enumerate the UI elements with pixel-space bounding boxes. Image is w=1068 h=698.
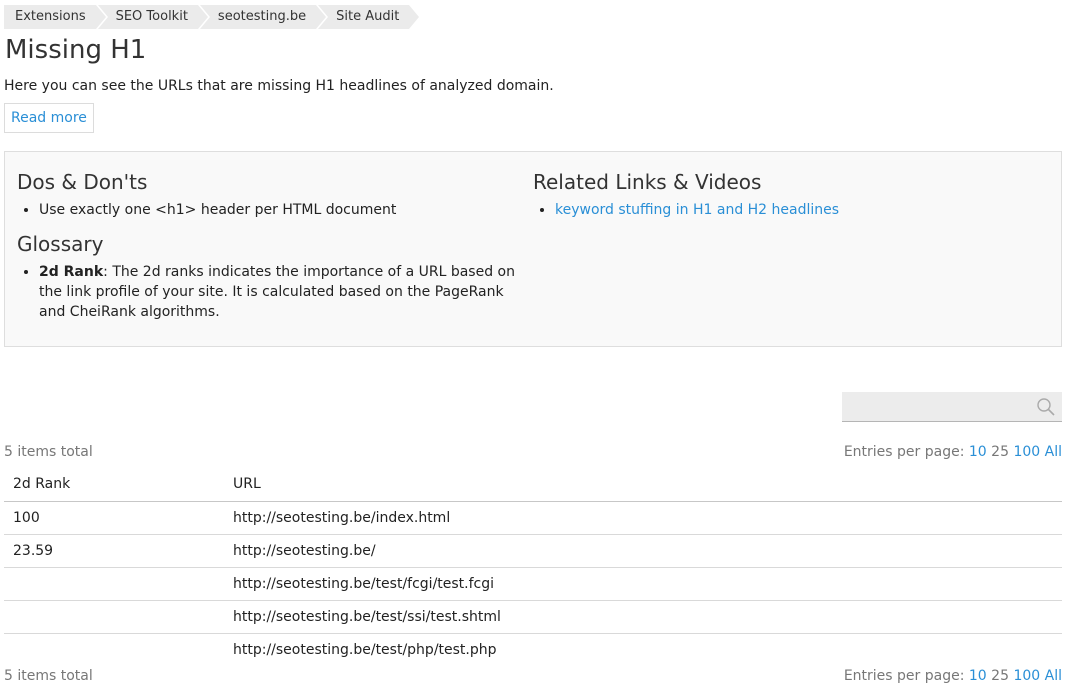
search-icon[interactable] <box>1036 397 1056 417</box>
info-right-column: Related Links & Videos keyword stuffing … <box>533 166 1049 332</box>
glossary-item: 2d Rank: The 2d ranks indicates the impo… <box>39 262 533 322</box>
entries-per-page-bottom: Entries per page: 10 25 100 All <box>844 668 1062 684</box>
dos-donts-list: Use exactly one <h1> header per HTML doc… <box>17 200 533 220</box>
table-row: http://seotesting.be/test/ssi/test.shtml <box>4 600 1062 634</box>
cell-url: http://seotesting.be/ <box>224 534 1062 568</box>
table-row: http://seotesting.be/test/php/test.php <box>4 633 1062 666</box>
pager-top: 5 items total Entries per page: 10 25 10… <box>4 444 1062 460</box>
related-link[interactable]: keyword stuffing in H1 and H2 headlines <box>555 202 839 218</box>
cell-url: http://seotesting.be/test/ssi/test.shtml <box>224 600 1062 634</box>
read-more-button[interactable]: Read more <box>4 103 94 133</box>
items-total: 5 items total <box>4 444 93 460</box>
per-page-25[interactable]: 25 <box>991 444 1009 460</box>
search-input[interactable] <box>842 392 1032 421</box>
pager-bottom: 5 items total Entries per page: 10 25 10… <box>4 668 1062 684</box>
cell-rank: 23.59 <box>4 534 224 568</box>
table-row: 100 http://seotesting.be/index.html <box>4 501 1062 535</box>
glossary-list: 2d Rank: The 2d ranks indicates the impo… <box>17 262 533 322</box>
info-box: Dos & Don'ts Use exactly one <h1> header… <box>4 151 1062 347</box>
per-page-all[interactable]: All <box>1045 668 1062 684</box>
breadcrumb-domain[interactable]: seotesting.be <box>199 5 329 29</box>
table-row: http://seotesting.be/test/fcgi/test.fcgi <box>4 567 1062 601</box>
cell-rank: 100 <box>4 501 224 535</box>
dos-donts-heading: Dos & Don'ts <box>17 170 148 194</box>
glossary-heading: Glossary <box>17 232 104 256</box>
per-page-10[interactable]: 10 <box>969 668 987 684</box>
cell-rank <box>4 600 224 634</box>
cell-url: http://seotesting.be/test/fcgi/test.fcgi <box>224 567 1062 601</box>
search-box <box>842 392 1062 422</box>
cell-rank <box>4 567 224 601</box>
breadcrumb-extensions[interactable]: Extensions <box>4 5 108 29</box>
related-links-heading: Related Links & Videos <box>533 170 762 194</box>
cell-rank <box>4 633 224 666</box>
breadcrumb-seo-toolkit[interactable]: SEO Toolkit <box>97 5 211 29</box>
glossary-term: 2d Rank <box>39 264 104 280</box>
related-link-item: keyword stuffing in H1 and H2 headlines <box>555 200 1049 220</box>
info-left-column: Dos & Don'ts Use exactly one <h1> header… <box>17 166 533 332</box>
column-header-rank[interactable]: 2d Rank <box>4 467 224 502</box>
table-row: 23.59 http://seotesting.be/ <box>4 534 1062 568</box>
per-page-25[interactable]: 25 <box>991 668 1009 684</box>
per-page-100[interactable]: 100 <box>1013 668 1040 684</box>
column-header-url[interactable]: URL <box>224 467 1062 502</box>
table-header-row: 2d Rank URL <box>4 467 1062 502</box>
per-page-all[interactable]: All <box>1045 444 1062 460</box>
breadcrumb: Extensions SEO Toolkit seotesting.be Sit… <box>4 5 1062 29</box>
search-row <box>4 392 1062 422</box>
per-page-100[interactable]: 100 <box>1013 444 1040 460</box>
glossary-definition: : The 2d ranks indicates the importance … <box>39 264 515 320</box>
cell-url: http://seotesting.be/index.html <box>224 501 1062 535</box>
entries-label: Entries per page: <box>843 668 965 684</box>
per-page-10[interactable]: 10 <box>969 444 987 460</box>
breadcrumb-site-audit[interactable]: Site Audit <box>318 5 420 29</box>
entries-per-page: Entries per page: 10 25 100 All <box>844 444 1062 460</box>
items-total-bottom: 5 items total <box>4 668 93 684</box>
page-intro: Here you can see the URLs that are missi… <box>4 78 554 94</box>
entries-label: Entries per page: <box>843 444 965 460</box>
related-links-list: keyword stuffing in H1 and H2 headlines <box>533 200 1049 220</box>
results-table: 2d Rank URL 100 http://seotesting.be/ind… <box>4 467 1062 666</box>
page-title: Missing H1 <box>5 35 147 65</box>
dos-donts-item: Use exactly one <h1> header per HTML doc… <box>39 200 533 220</box>
cell-url: http://seotesting.be/test/php/test.php <box>233 641 497 658</box>
